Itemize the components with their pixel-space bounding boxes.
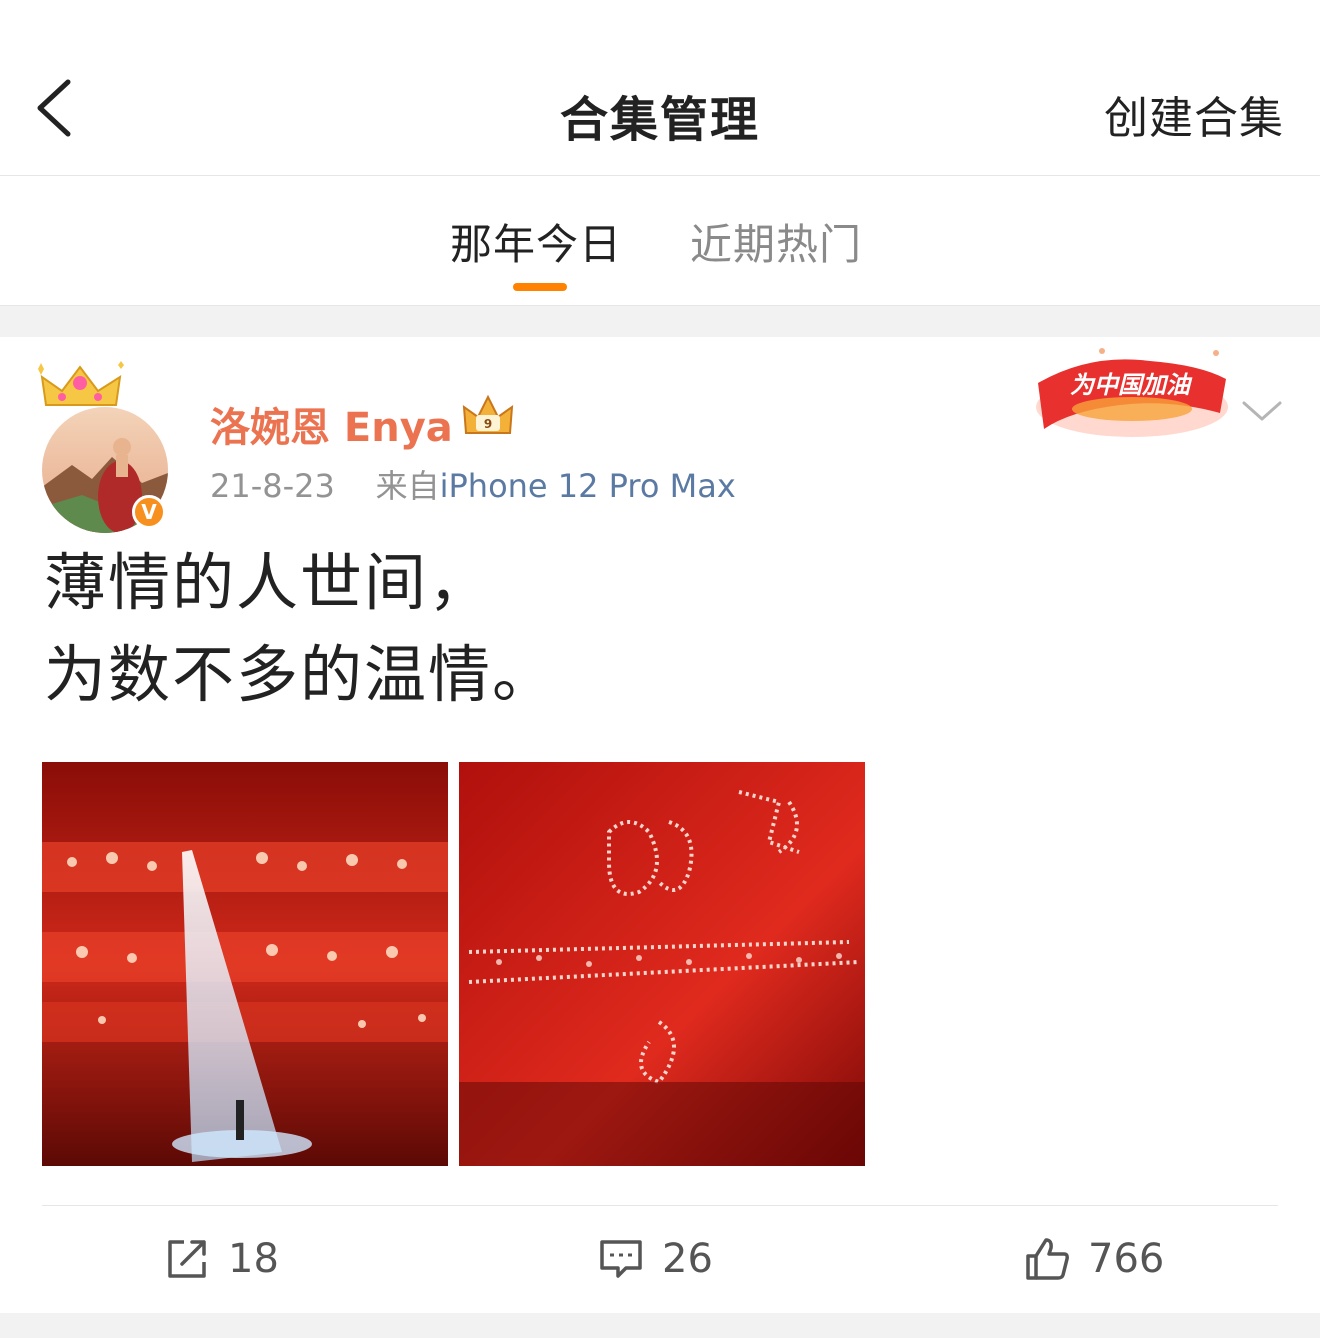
cheer-china-sticker: 为中国加油	[1030, 343, 1234, 443]
create-collection-button[interactable]: 创建合集	[1104, 82, 1284, 146]
sticker-text: 为中国加油	[1070, 371, 1193, 399]
like-button[interactable]: 766	[1024, 1229, 1164, 1289]
username[interactable]: 洛婉恩 Enya	[210, 395, 453, 453]
post-image-concert[interactable]	[42, 762, 448, 1166]
top-navbar: 合集管理 创建合集	[0, 0, 1320, 176]
device-source[interactable]: iPhone 12 Pro Max	[440, 467, 736, 505]
active-tab-indicator	[513, 283, 567, 291]
svg-text:9: 9	[484, 417, 492, 431]
vip-crown-icon[interactable]: 9	[460, 393, 516, 439]
post-options-dropdown[interactable]	[1240, 395, 1284, 425]
post-text: 薄情的人世间， 为数不多的温情。	[44, 537, 556, 721]
source-prefix: 来自	[375, 467, 440, 505]
crown-icon	[38, 361, 124, 406]
post-card[interactable]: V 洛婉恩 Enya 9 21-8-23 来自iPhone 12 Pro Max…	[0, 337, 1320, 1313]
banner-photo-icon	[459, 762, 865, 1166]
verified-badge: V	[132, 495, 166, 529]
post-text-line: 薄情的人世间，	[44, 546, 493, 619]
comment-count: 26	[662, 1236, 713, 1282]
bottom-divider	[0, 1313, 1320, 1338]
action-bar-divider	[42, 1205, 1278, 1206]
chevron-down-icon	[1242, 401, 1282, 421]
tab-bar: 那年今日 近期热门	[0, 177, 1320, 305]
repost-button[interactable]: 18	[164, 1229, 279, 1289]
sticker-banner-icon: 为中国加油	[1036, 348, 1228, 437]
post-date: 21-8-23	[210, 467, 335, 505]
post-meta: 21-8-23 来自iPhone 12 Pro Max	[210, 461, 736, 507]
avatar-wrapper[interactable]: V	[36, 361, 176, 533]
section-divider	[0, 305, 1320, 337]
like-count: 766	[1088, 1236, 1165, 1282]
thumbs-up-icon	[1026, 1238, 1069, 1280]
tab-recent-hot[interactable]: 近期热门	[690, 211, 862, 272]
repost-icon	[168, 1240, 206, 1278]
comment-icon	[600, 1240, 642, 1278]
comment-button[interactable]: 26	[598, 1229, 713, 1289]
post-image-banner[interactable]	[459, 762, 865, 1166]
post-text-line: 为数不多的温情。	[44, 638, 557, 711]
tab-on-this-day[interactable]: 那年今日	[450, 211, 622, 272]
repost-count: 18	[228, 1236, 279, 1282]
concert-photo-icon	[42, 762, 448, 1166]
